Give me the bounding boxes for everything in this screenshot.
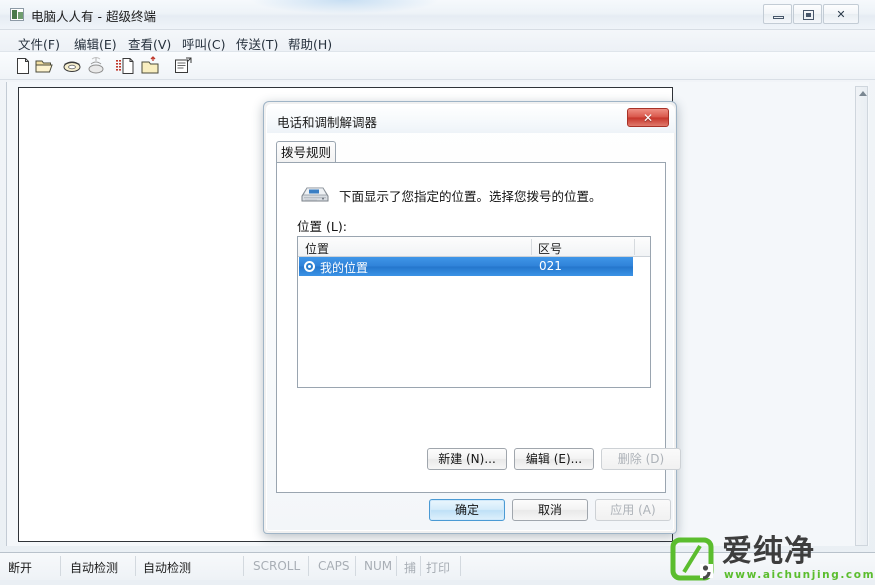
status-print: 打印	[426, 561, 451, 575]
location-name: 我的位置	[320, 261, 369, 275]
dialog-close-button[interactable]: ✕	[627, 108, 669, 127]
open-folder-icon	[35, 60, 53, 73]
watermark-brand: 爱纯净	[722, 534, 815, 569]
status-divider	[355, 556, 356, 576]
send-file-button[interactable]	[114, 56, 134, 76]
watermark: 爱纯净 www.aichunjing.com	[662, 533, 875, 585]
ok-button[interactable]: 确定	[429, 499, 505, 521]
modem-fax-icon	[300, 181, 330, 205]
main-window: 电脑人人有 - 超级终端 ✕ 文件(F) 编辑(E) 查看(V) 呼叫(C) 传…	[0, 0, 875, 585]
location-list-label: 位置 (L):	[297, 219, 347, 234]
new-connection-icon	[17, 58, 29, 74]
delete-location-button: 删除 (D)	[601, 448, 681, 470]
toolbar	[0, 52, 875, 80]
column-header-areacode[interactable]: 区号	[538, 240, 562, 257]
titlebar-highlight	[250, 0, 440, 14]
dialog-intro-text: 下面显示了您指定的位置。选择您拨号的位置。	[339, 189, 602, 204]
column-divider[interactable]	[634, 239, 635, 255]
cancel-button[interactable]: 取消	[512, 499, 588, 521]
table-row[interactable]: 我的位置 021	[299, 257, 633, 276]
minimize-button[interactable]	[763, 4, 792, 24]
maximize-button[interactable]	[793, 4, 822, 24]
menu-view[interactable]: 查看(V)	[124, 33, 175, 54]
status-connection: 断开	[8, 561, 33, 575]
hang-up-icon	[88, 57, 104, 74]
menu-edit[interactable]: 编辑(E)	[70, 33, 121, 54]
tab-dialing-rules[interactable]: 拨号规则	[276, 141, 336, 163]
status-capture: 捕	[404, 561, 417, 575]
dialog-titlebar[interactable]: 电话和调制解调器 ✕	[267, 105, 675, 133]
phone-call-icon	[63, 61, 81, 72]
close-icon: ✕	[836, 8, 846, 21]
status-divider	[420, 556, 421, 576]
dialog-frame: 电话和调制解调器 ✕ 拨号规则 下面显示了您指定的位置。选择您拨号的位置。 位置…	[266, 104, 681, 531]
watermark-url: www.aichunjing.com	[724, 569, 875, 581]
send-file-icon	[116, 58, 134, 74]
status-caps-lock: CAPS	[318, 559, 350, 573]
menu-transfer[interactable]: 传送(T)	[232, 33, 282, 54]
window-title: 电脑人人有 - 超级终端	[31, 9, 156, 24]
menubar: 文件(F) 编辑(E) 查看(V) 呼叫(C) 传送(T) 帮助(H)	[0, 30, 875, 52]
properties-icon	[175, 57, 192, 73]
properties-button[interactable]	[172, 56, 192, 76]
receive-folder-icon	[141, 56, 159, 74]
status-divider	[135, 556, 136, 576]
call-button[interactable]	[61, 56, 81, 76]
disconnect-button[interactable]	[85, 56, 105, 76]
status-divider	[460, 556, 461, 576]
dialing-rules-panel: 下面显示了您指定的位置。选择您拨号的位置。 位置 (L): 位置 区号 我的位置…	[276, 162, 681, 493]
status-num-lock: NUM	[364, 559, 393, 573]
listbox-header: 位置 区号	[298, 237, 650, 257]
edit-location-button[interactable]: 编辑 (E)...	[514, 448, 594, 470]
minimize-icon	[773, 16, 784, 19]
menu-file[interactable]: 文件(F)	[14, 33, 64, 54]
maximize-icon-inner	[806, 13, 811, 17]
aichunjing-logo-icon	[670, 537, 714, 581]
close-button[interactable]: ✕	[823, 4, 859, 24]
status-scroll-lock: SCROLL	[253, 559, 301, 573]
column-divider[interactable]	[531, 239, 532, 255]
status-divider	[396, 556, 397, 576]
status-divider	[308, 556, 309, 576]
dialog-tabstrip: 拨号规则	[276, 141, 666, 163]
menu-call[interactable]: 呼叫(C)	[178, 33, 229, 54]
status-detect-2: 自动检测	[143, 561, 192, 575]
location-radio[interactable]	[304, 261, 315, 272]
menu-help[interactable]: 帮助(H)	[284, 33, 336, 54]
vertical-scrollbar[interactable]	[855, 86, 868, 546]
terminal-icon	[10, 8, 24, 21]
status-divider	[60, 556, 61, 576]
window-titlebar: 电脑人人有 - 超级终端 ✕	[0, 0, 875, 30]
location-listbox[interactable]: 位置 区号 我的位置 021	[297, 236, 651, 388]
column-header-location[interactable]: 位置	[305, 240, 329, 257]
new-location-button[interactable]: 新建 (N)...	[427, 448, 507, 470]
apply-button: 应用 (A)	[595, 499, 671, 521]
dialog-title: 电话和调制解调器	[277, 115, 378, 130]
open-connection-button[interactable]	[34, 56, 54, 76]
status-divider	[243, 556, 244, 576]
phone-and-modem-dialog: 电话和调制解调器 ✕ 拨号规则 下面显示了您指定的位置。选择您拨号的位置。 位置…	[263, 101, 681, 534]
location-area-code: 021	[539, 259, 562, 273]
receive-file-button[interactable]	[140, 56, 160, 76]
status-detect-1: 自动检测	[70, 561, 119, 575]
close-icon: ✕	[642, 111, 654, 125]
scroll-up-icon[interactable]	[859, 91, 867, 96]
new-connection-button[interactable]	[13, 56, 33, 76]
